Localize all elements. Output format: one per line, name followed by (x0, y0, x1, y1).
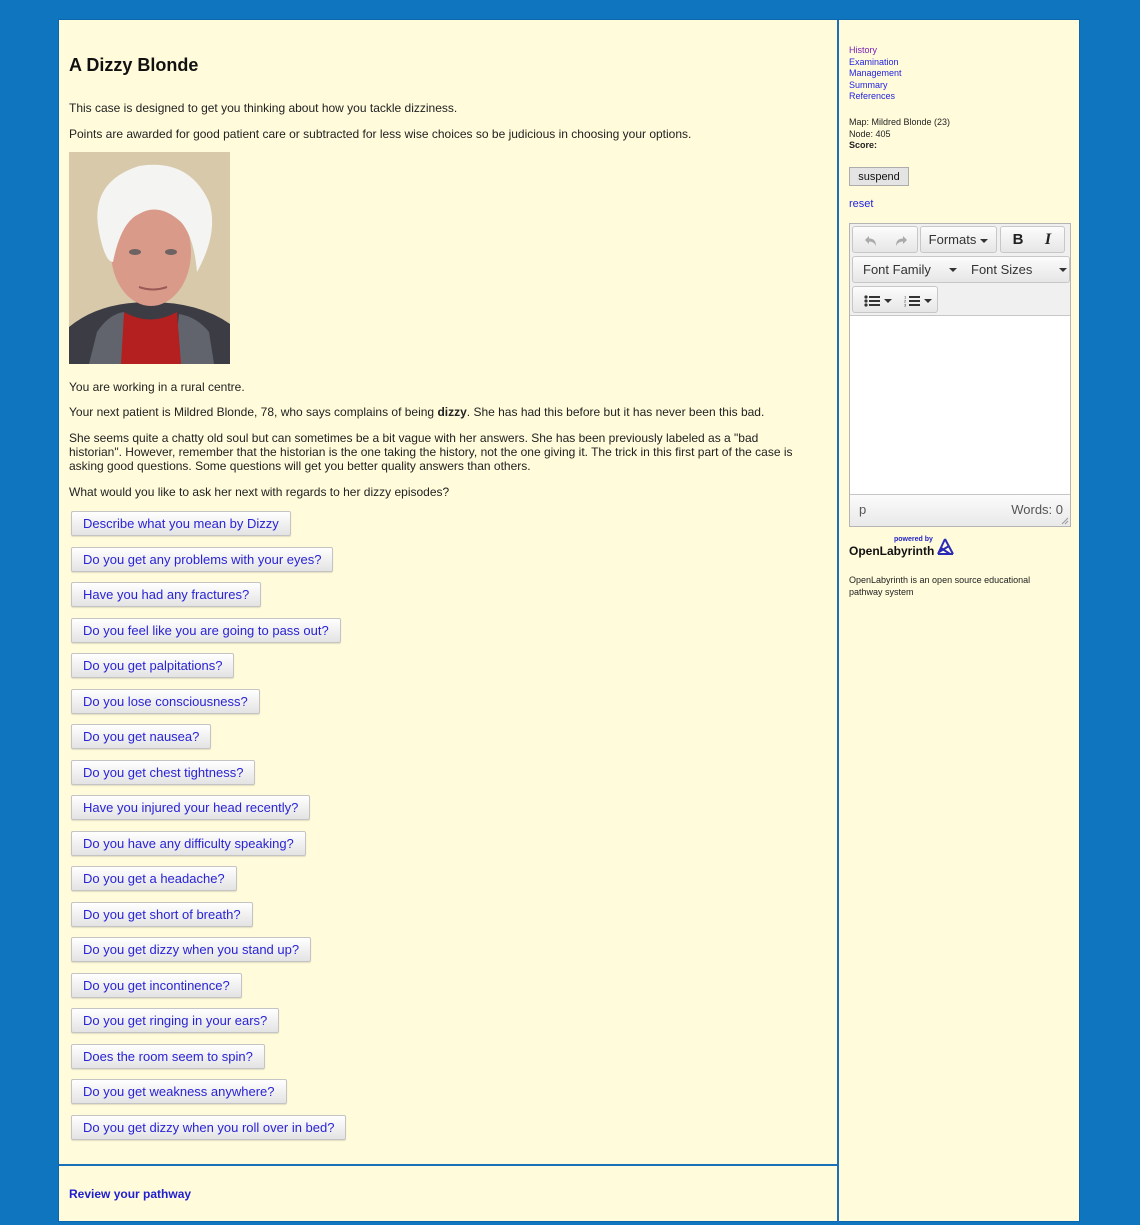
notes-editor: Formats B I Font Family Font Sizes 1 2 3… (849, 223, 1071, 527)
page-frame: A Dizzy Blonde This case is designed to … (58, 19, 1081, 1223)
question-list: Describe what you mean by Dizzy Do you g… (71, 511, 347, 1150)
list-group: 123 (852, 286, 938, 313)
numbered-list-button[interactable]: 123 (899, 287, 937, 312)
review-pathway-link[interactable]: Review your pathway (69, 1187, 191, 1201)
bold-button[interactable]: B (1005, 227, 1031, 252)
footer: Review your pathway (59, 1166, 839, 1223)
setting-text: You are working in a rural centre. (69, 380, 245, 394)
font-family-dropdown[interactable]: Font Family (863, 257, 931, 282)
question-button[interactable]: Have you had any fractures? (71, 582, 262, 607)
redo-button[interactable] (889, 227, 913, 252)
formats-dropdown[interactable]: Formats (920, 226, 997, 253)
redo-icon (896, 235, 907, 246)
reset-link[interactable]: reset (849, 198, 873, 210)
element-path[interactable]: p (859, 502, 866, 517)
question-button[interactable]: Do you get short of breath? (71, 901, 253, 927)
history-note: She seems quite a chatty old soul but ca… (69, 431, 793, 473)
undo-button[interactable] (859, 227, 883, 252)
nav-management[interactable]: Management (849, 68, 902, 80)
page-title: A Dizzy Blonde (69, 55, 199, 75)
chevron-down-icon (924, 298, 932, 303)
editor-toolbar-row-1: Formats B I (850, 224, 1070, 255)
chevron-down-icon (949, 268, 957, 272)
chevron-down-icon (980, 238, 989, 243)
editor-statusbar: p Words: 0 (850, 495, 1070, 526)
formats-label: Formats (921, 227, 996, 252)
patient-photo (69, 152, 230, 364)
resize-handle-icon[interactable] (1060, 516, 1069, 525)
svg-text:3: 3 (904, 302, 907, 307)
font-sizes-dropdown[interactable]: Font Sizes (971, 257, 1032, 282)
question-button[interactable]: Do you get palpitations? (71, 653, 235, 678)
chevron-down-icon (1059, 268, 1067, 272)
question-button[interactable]: Does the room seem to spin? (71, 1043, 265, 1069)
question-button[interactable]: Do you get incontinence? (71, 972, 242, 998)
bullet-list-icon (864, 294, 880, 307)
labyrinth-logo-icon (937, 538, 954, 555)
question-button[interactable]: Do you get weakness anywhere? (71, 1079, 287, 1104)
word-count: Words: 0 (1011, 502, 1063, 517)
points-note: Points are awarded for good patient care… (69, 127, 692, 141)
dizzy-emphasis: dizzy (437, 405, 467, 419)
question-button[interactable]: Do you get ringing in your ears? (71, 1008, 280, 1033)
openlabyrinth-logo: powered by OpenLabyrinth (849, 536, 959, 559)
score-label: Score: (849, 140, 878, 151)
font-group: Font Family Font Sizes (852, 256, 1070, 283)
powered-by-text: powered by (894, 536, 933, 543)
question-button[interactable]: Have you injured your head recently? (71, 795, 311, 820)
question-button[interactable]: Do you get a headache? (71, 866, 237, 891)
question-button[interactable]: Describe what you mean by Dizzy (71, 511, 291, 536)
intro-text: This case is designed to get you thinkin… (69, 101, 458, 115)
editor-toolbar-row-2: Font Family Font Sizes (850, 255, 1070, 285)
section-nav: History Examination Management Summary R… (849, 45, 902, 103)
question-button[interactable]: Do you get dizzy when you stand up? (71, 937, 312, 962)
undo-icon (865, 235, 876, 246)
nav-summary[interactable]: Summary (849, 80, 902, 92)
chevron-down-icon (884, 298, 892, 303)
question-button[interactable]: Do you feel like you are going to pass o… (71, 617, 341, 643)
question-button[interactable]: Do you lose consciousness? (71, 688, 260, 714)
map-info: Map: Mildred Blonde (23) (849, 117, 951, 127)
numbered-list-icon: 123 (904, 294, 920, 307)
italic-button[interactable]: I (1035, 227, 1061, 252)
patient-intro-post: . She has had this before but it has nev… (466, 405, 765, 419)
bullet-list-button[interactable] (859, 287, 897, 312)
suspend-button[interactable]: suspend (849, 167, 909, 186)
formats-text: Formats (928, 232, 977, 247)
nav-history[interactable]: History (849, 45, 902, 57)
question-button[interactable]: Do you get chest tightness? (71, 759, 256, 785)
question-button[interactable]: Do you get dizzy when you roll over in b… (71, 1114, 347, 1140)
session-info: Map: Mildred Blonde (23) Node: 405 Score… (849, 117, 950, 152)
editor-content-area[interactable] (850, 315, 1070, 495)
about-text: OpenLabyrinth is an open source educatio… (849, 575, 1031, 597)
main-content: A Dizzy Blonde This case is designed to … (59, 20, 839, 1166)
question-button[interactable]: Do you have any difficulty speaking? (71, 830, 306, 856)
question-button[interactable]: Do you get nausea? (71, 724, 212, 749)
question-button[interactable]: Do you get any problems with your eyes? (71, 546, 334, 572)
editor-toolbar-row-3: 123 (850, 285, 1070, 315)
sidebar: History Examination Management Summary R… (839, 20, 1081, 1223)
history-group (852, 226, 918, 253)
patient-intro-pre: Your next patient is Mildred Blonde, 78,… (69, 405, 438, 419)
node-info: Node: 405 (849, 128, 891, 139)
font-family-text: Font Family (863, 262, 931, 277)
font-sizes-text: Font Sizes (971, 262, 1033, 277)
question-prompt: What would you like to ask her next with… (69, 485, 450, 499)
brand-name: OpenLabyrinth (849, 544, 935, 558)
style-group: B I (1000, 226, 1065, 253)
patient-intro: Your next patient is Mildred Blonde, 78,… (69, 405, 809, 419)
nav-examination[interactable]: Examination (849, 57, 902, 69)
nav-references[interactable]: References (849, 91, 902, 103)
